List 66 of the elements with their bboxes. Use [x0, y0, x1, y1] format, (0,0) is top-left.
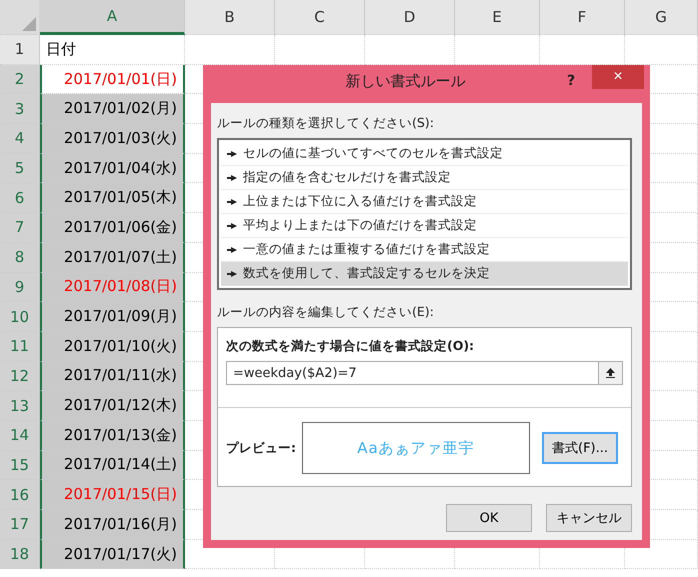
pointer-icon — [227, 246, 237, 252]
column-header[interactable]: D — [365, 0, 455, 35]
column-header[interactable]: B — [185, 0, 275, 35]
format-button[interactable]: 書式(F)... — [542, 432, 618, 464]
row-header[interactable]: 12 — [0, 362, 40, 392]
rule-type-item[interactable]: セルの値に基づいてすべてのセルを書式設定 — [221, 142, 628, 166]
date-cell: 2017/01/16(月) — [40, 510, 185, 540]
row-header[interactable]: 2 — [0, 64, 40, 94]
dialog-title: 新しい書式ルール — [344, 72, 466, 90]
column-header[interactable]: A — [40, 0, 185, 35]
column-header[interactable]: G — [625, 0, 698, 35]
row-header[interactable]: 3 — [0, 94, 40, 124]
rule-type-item[interactable]: 指定の値を含むセルだけを書式設定 — [221, 166, 628, 190]
date-cell: 2017/01/17(火) — [40, 540, 185, 570]
date-cell: 2017/01/06(金) — [40, 213, 185, 243]
dialog-button[interactable]: OK — [446, 504, 532, 532]
row-header[interactable]: 1 — [0, 35, 40, 65]
date-cell: 2017/01/07(土) — [40, 242, 185, 272]
pointer-icon — [227, 150, 237, 156]
pointer-icon — [227, 174, 237, 180]
row-header[interactable]: 4 — [0, 124, 40, 154]
collapse-button[interactable] — [599, 361, 623, 385]
date-cell: 2017/01/05(木) — [40, 183, 185, 214]
rule-type-item[interactable]: 数式を使用して、書式設定するセルを決定 — [221, 262, 628, 286]
rule-type-label: ルールの種類を選択してください(S): — [217, 115, 435, 132]
row-header[interactable]: 7 — [0, 213, 40, 243]
row-header[interactable]: 14 — [0, 420, 40, 451]
pointer-icon — [227, 222, 237, 228]
date-cell: 2017/01/08(日) — [40, 272, 185, 302]
column-header[interactable]: F — [540, 0, 625, 35]
date-cell: 2017/01/15(日) — [40, 480, 185, 510]
date-cell: 2017/01/10(火) — [40, 332, 185, 362]
help-button[interactable]: ? — [560, 73, 582, 89]
row-header[interactable]: 15 — [0, 450, 40, 480]
rule-type-item[interactable]: 平均より上または下の値だけを書式設定 — [221, 214, 628, 238]
row-header[interactable]: 9 — [0, 272, 40, 302]
column-header[interactable]: E — [455, 0, 540, 35]
rule-type-item[interactable]: 上位または下位に入る値だけを書式設定 — [221, 190, 628, 214]
column-header[interactable]: C — [275, 0, 365, 35]
date-cell: 2017/01/03(火) — [40, 124, 185, 154]
date-cell: 2017/01/12(木) — [40, 391, 185, 421]
dialog-button[interactable]: キャンセル — [546, 504, 632, 532]
edit-label: ルールの内容を編集してください(E): — [217, 304, 435, 321]
date-cell: 2017/01/13(金) — [40, 420, 185, 451]
row-header[interactable]: 11 — [0, 332, 40, 362]
close-button[interactable]: × — [592, 65, 644, 89]
row-header[interactable]: 17 — [0, 510, 40, 540]
row-header[interactable]: 16 — [0, 480, 40, 510]
row-header[interactable]: 6 — [0, 183, 40, 214]
row-header[interactable]: 13 — [0, 391, 40, 421]
date-cell: 2017/01/04(水) — [40, 154, 185, 184]
date-cell: 2017/01/11(水) — [40, 362, 185, 392]
date-cell: 2017/01/01(日) — [40, 64, 185, 94]
row-header[interactable]: 18 — [0, 540, 40, 570]
row-header[interactable]: 10 — [0, 302, 40, 332]
pointer-icon — [227, 198, 237, 204]
date-cell: 2017/01/09(月) — [40, 302, 185, 332]
formula-label: 次の数式を満たす場合に値を書式設定(O): — [225, 337, 476, 355]
row-header[interactable]: 8 — [0, 242, 40, 272]
formula-field[interactable]: =weekday($A2)=7 — [226, 361, 599, 385]
pointer-icon — [227, 270, 237, 276]
date-cell: 2017/01/02(月) — [40, 94, 185, 124]
up-arrow-icon — [606, 368, 615, 378]
preview-box: Aaあぁアァ亜宇 — [302, 422, 530, 474]
row-header[interactable]: 5 — [0, 154, 40, 184]
date-cell: 2017/01/14(土) — [40, 450, 185, 480]
